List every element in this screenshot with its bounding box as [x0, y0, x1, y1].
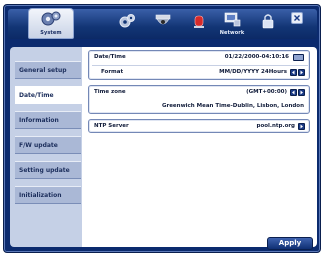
ntp-edit-button[interactable]: [298, 123, 305, 130]
timezone-prev-button[interactable]: [290, 89, 297, 96]
datetime-group: Date/Time 01/22/2000-04:10:16 Format MM/…: [88, 50, 310, 80]
sidebar-item-setting-update[interactable]: Setting update: [15, 161, 81, 179]
network-icon: [224, 12, 241, 27]
arrow-right-icon: [300, 124, 303, 129]
ntp-label: NTP Server: [94, 123, 129, 129]
ntp-row: NTP Server pool.ntp.org: [89, 121, 309, 131]
sidebar-item-general-setup[interactable]: General setup: [15, 61, 81, 79]
sidebar-item-initialization[interactable]: Initialization: [15, 186, 81, 204]
arrow-right-icon: [300, 90, 303, 95]
apply-button[interactable]: Apply: [267, 237, 313, 250]
gears-icon: [41, 11, 61, 26]
network-tab-label: Network: [219, 30, 245, 36]
sidebar-item-fw-update[interactable]: F/W update: [15, 136, 81, 154]
dome-camera-icon: [155, 14, 171, 25]
system-tab-label: System: [40, 30, 62, 36]
timezone-group: Time zone (GMT+00:00) Greenwich Mean Tim…: [88, 85, 310, 114]
arrow-left-icon: [292, 90, 295, 95]
format-label: Format: [101, 69, 124, 75]
timezone-offset: (GMT+00:00): [246, 89, 287, 95]
timezone-next-button[interactable]: [298, 89, 305, 96]
top-toolbar: System Network: [8, 8, 317, 39]
format-prev-button[interactable]: [290, 69, 297, 76]
format-row: Format MM/DD/YYYY 24Hours: [89, 67, 309, 77]
timezone-row: Time zone (GMT+00:00): [89, 87, 309, 97]
system-tab[interactable]: System: [28, 8, 74, 39]
arrow-right-icon: [300, 70, 303, 75]
network-tab[interactable]: Network: [217, 11, 247, 37]
arrow-left-icon: [292, 70, 295, 75]
record-tab[interactable]: [112, 11, 142, 37]
camera-tab[interactable]: [148, 11, 178, 37]
alarm-light-icon: [194, 15, 204, 28]
ntp-server-value[interactable]: pool.ntp.org: [257, 123, 295, 129]
timezone-name: Greenwich Mean Time-Dublin, Lisbon, Lond…: [161, 103, 304, 109]
datetime-value: 01/22/2000-04:10:16: [224, 54, 289, 60]
alarm-tab[interactable]: [184, 11, 214, 37]
ntp-group: NTP Server pool.ntp.org: [88, 119, 310, 133]
format-value: MM/DD/YYYY 24Hours: [219, 69, 287, 75]
user-tab[interactable]: [253, 11, 283, 37]
timezone-label: Time zone: [94, 89, 126, 95]
datetime-row: Date/Time 01/22/2000-04:10:16: [89, 52, 309, 62]
content-panel: Date/Time 01/22/2000-04:10:16 Format MM/…: [82, 47, 317, 247]
gears-small-icon: [119, 14, 135, 28]
timezone-name-row: Greenwich Mean Time-Dublin, Lisbon, Lond…: [89, 101, 309, 111]
sidebar-item-information[interactable]: Information: [15, 111, 81, 129]
datetime-label: Date/Time: [94, 54, 126, 60]
settings-window: System Network General setup Date/Time I…: [3, 4, 321, 253]
lock-user-icon: [262, 14, 274, 29]
sidebar-item-date-time[interactable]: Date/Time: [15, 86, 85, 104]
format-next-button[interactable]: [298, 69, 305, 76]
datetime-set-button[interactable]: [293, 54, 304, 61]
close-button[interactable]: [290, 12, 304, 24]
divider: [92, 65, 308, 66]
close-icon: [291, 12, 303, 24]
settings-sidebar: General setup Date/Time Information F/W …: [10, 47, 85, 247]
